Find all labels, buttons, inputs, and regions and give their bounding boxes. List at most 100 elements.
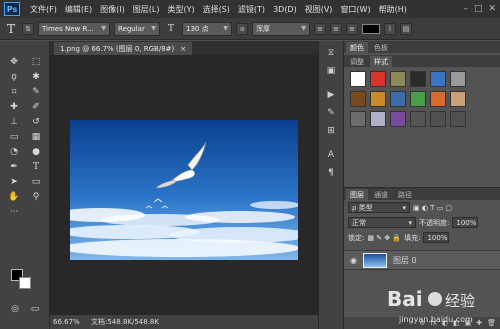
quick-mask-icon[interactable]: ◎ [8, 303, 22, 315]
zoom-level[interactable]: 66.67% [53, 318, 83, 326]
style-preset-8[interactable] [390, 91, 406, 107]
move-tool-icon[interactable]: ✥ [4, 55, 24, 69]
menu-layer[interactable]: 图层(L) [129, 4, 164, 15]
lock-row: 锁定: ▦ ✎ ✥ 🔒 填充: 100% [344, 230, 500, 245]
style-preset-17[interactable] [450, 111, 466, 127]
menu-view[interactable]: 视图(V) [301, 4, 337, 15]
panel-dock-icons: ⧖ ▣ ▶ ✎ ⊞ A ¶ [318, 41, 344, 329]
layer-name[interactable]: 图层 0 [393, 255, 417, 266]
close-button[interactable]: ✕ [488, 4, 496, 14]
gradient-tool-icon[interactable]: ▦ [26, 130, 46, 144]
marquee-tool-icon[interactable]: ⬚ [26, 55, 46, 69]
style-preset-12[interactable] [350, 111, 366, 127]
document-tab[interactable]: 1.png @ 66.7% (图层 0, RGB/8#) × [54, 42, 193, 55]
magic-wand-icon[interactable]: ✱ [26, 70, 46, 84]
font-family-select[interactable]: Times New R... ▼ [38, 21, 110, 36]
maximize-button[interactable]: □ [474, 4, 483, 14]
tab-channels[interactable]: 通道 [370, 189, 392, 200]
shape-tool-icon[interactable]: ▭ [26, 175, 46, 189]
brush-panel-icon[interactable]: ✎ [324, 107, 338, 119]
clone-source-icon[interactable]: ⊞ [324, 125, 338, 137]
character-icon[interactable]: A [324, 149, 338, 161]
lock-icons[interactable]: ▦ ✎ ✥ 🔒 [367, 234, 401, 242]
type-tool-icon[interactable]: T [26, 160, 46, 174]
tab-swatches[interactable]: 色板 [370, 42, 392, 53]
screen-mode-icon[interactable]: ▭ [28, 303, 42, 315]
eyedropper-icon[interactable]: ✎ [26, 85, 46, 99]
lasso-tool-icon[interactable]: ϙ [4, 70, 24, 84]
healing-brush-icon[interactable]: ✚ [4, 100, 24, 114]
brush-tool-icon[interactable]: ✐ [26, 100, 46, 114]
style-preset-4[interactable] [430, 71, 446, 87]
align-right-icon[interactable]: ≡ [346, 22, 358, 35]
layer-row[interactable]: ◉ 图层 0 [344, 250, 500, 270]
dodge-tool-icon[interactable]: ● [26, 145, 46, 159]
properties-icon[interactable]: ▣ [324, 65, 338, 77]
filter-icons[interactable]: ▣ ◐ T ▭ ▢ [413, 204, 452, 212]
style-preset-6[interactable] [350, 91, 366, 107]
menu-help[interactable]: 帮助(H) [375, 4, 411, 15]
antialias-select[interactable]: 浑厚 ▼ [252, 21, 310, 36]
menu-window[interactable]: 窗口(W) [336, 4, 374, 15]
layer-filter-row: ρ 类型 ▾ ▣ ◐ T ▭ ▢ [344, 200, 500, 215]
style-preset-11[interactable] [450, 91, 466, 107]
menu-type[interactable]: 类型(Y) [163, 4, 198, 15]
style-preset-10[interactable] [430, 91, 446, 107]
style-preset-15[interactable] [410, 111, 426, 127]
menu-select[interactable]: 选择(S) [199, 4, 234, 15]
type-tool-icon[interactable]: T [4, 22, 18, 36]
warp-text-icon[interactable]: ⌇ [384, 22, 396, 35]
menu-file[interactable]: 文件(F) [26, 4, 61, 15]
tab-color[interactable]: 颜色 [346, 42, 368, 53]
font-size-select[interactable]: 130 点 ▼ [182, 21, 232, 36]
text-color-swatch[interactable] [362, 23, 380, 34]
blend-mode-select[interactable]: 正常 ▾ [348, 217, 416, 228]
zoom-tool-icon[interactable]: ⚲ [26, 190, 46, 204]
menu-edit[interactable]: 编辑(E) [61, 4, 96, 15]
minimize-button[interactable]: – [463, 4, 468, 14]
paragraph-icon[interactable]: ¶ [324, 167, 338, 179]
menu-image[interactable]: 图像(I) [96, 4, 129, 15]
style-preset-3[interactable] [410, 71, 426, 87]
style-preset-1[interactable] [370, 71, 386, 87]
blur-tool-icon[interactable]: ◔ [4, 145, 24, 159]
eraser-tool-icon[interactable]: ▭ [4, 130, 24, 144]
visibility-eye-icon[interactable]: ◉ [350, 256, 357, 265]
tab-paths[interactable]: 路径 [394, 189, 416, 200]
pen-tool-icon[interactable]: ✒ [4, 160, 24, 174]
style-preset-2[interactable] [390, 71, 406, 87]
layer-filter-select[interactable]: ρ 类型 ▾ [348, 202, 410, 213]
menu-filter[interactable]: 滤镜(T) [234, 4, 269, 15]
menu-3d[interactable]: 3D(D) [269, 5, 301, 14]
style-preset-16[interactable] [430, 111, 446, 127]
style-preset-7[interactable] [370, 91, 386, 107]
history-icon[interactable]: ⧖ [324, 47, 338, 59]
font-style-select[interactable]: Regular ▼ [114, 21, 160, 36]
style-preset-9[interactable] [410, 91, 426, 107]
history-brush-icon[interactable]: ↺ [26, 115, 46, 129]
opacity-field[interactable]: 100% [452, 217, 479, 228]
style-preset-0[interactable] [350, 71, 366, 87]
play-action-icon[interactable]: ▶ [324, 89, 338, 101]
canvas-area[interactable] [50, 55, 318, 315]
style-preset-14[interactable] [390, 111, 406, 127]
text-orientation-icon[interactable]: ⇅ [22, 22, 34, 35]
tab-layers[interactable]: 图层 [346, 189, 368, 200]
edit-toolbar-icon[interactable]: ⋯ [4, 205, 24, 219]
align-left-icon[interactable]: ≡ [314, 22, 326, 35]
clone-stamp-icon[interactable]: ⊥ [4, 115, 24, 129]
hand-tool-icon[interactable]: ✋ [4, 190, 24, 204]
style-preset-5[interactable] [450, 71, 466, 87]
fill-field[interactable]: 100% [423, 232, 450, 243]
tab-adjustments[interactable]: 调整 [346, 56, 368, 67]
close-icon[interactable]: × [180, 45, 186, 53]
tab-styles[interactable]: 样式 [370, 56, 392, 67]
background-color-swatch[interactable] [19, 277, 31, 289]
align-center-icon[interactable]: ≡ [330, 22, 342, 35]
layer-thumbnail [362, 252, 387, 268]
style-preset-13[interactable] [370, 111, 386, 127]
character-panel-icon[interactable]: ▤ [400, 22, 412, 35]
crop-tool-icon[interactable]: ⌗ [4, 85, 24, 99]
document-image[interactable] [70, 120, 298, 260]
path-selection-icon[interactable]: ➤ [4, 175, 24, 189]
